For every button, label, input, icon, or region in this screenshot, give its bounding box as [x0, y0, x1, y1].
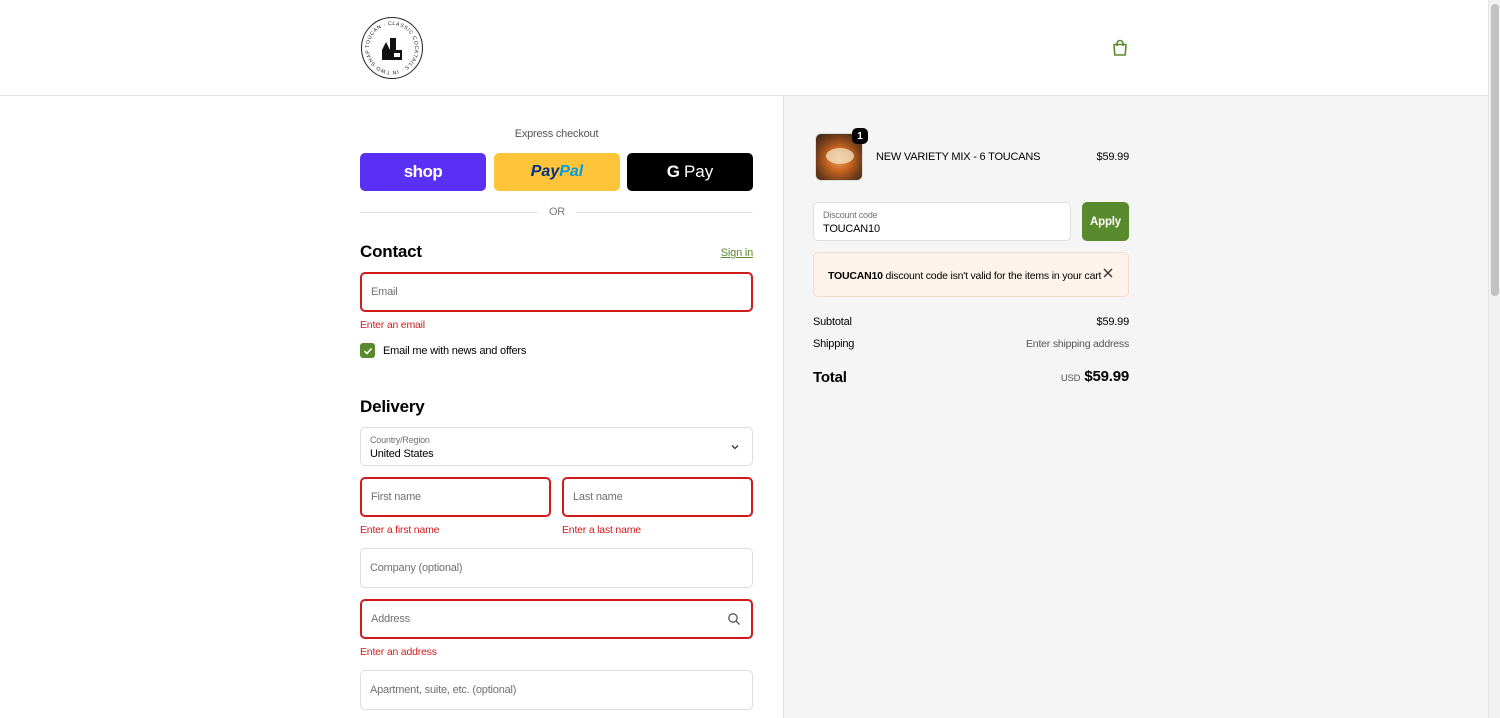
contact-heading: Contact	[360, 242, 422, 261]
delivery-heading: Delivery	[360, 397, 425, 416]
last-name-field[interactable]: Last name	[562, 477, 753, 517]
newsletter-label: Email me with news and offers	[383, 345, 527, 357]
total-currency: USD	[1060, 373, 1081, 384]
discount-code-label: Discount code	[823, 210, 878, 220]
express-checkout-label: Express checkout	[514, 128, 599, 140]
paypal-button[interactable]: Pay Pal	[494, 153, 620, 191]
address-field[interactable]: Address	[360, 599, 753, 639]
order-summary-panel	[783, 96, 1488, 718]
discount-code-field[interactable]: Discount code TOUCAN10	[813, 202, 1071, 241]
checkmark-icon	[363, 347, 372, 355]
shipping-label: Shipping	[813, 338, 855, 350]
google-g-icon: G	[666, 162, 680, 181]
apartment-field[interactable]: Apartment, suite, etc. (optional)	[360, 670, 753, 710]
product-price: $59.99	[1096, 151, 1130, 163]
first-name-error: Enter a first name	[360, 524, 440, 536]
shop-pay-button[interactable]: shop	[360, 153, 486, 191]
paypal-label-pay: Pay	[530, 163, 560, 180]
close-icon[interactable]	[1102, 267, 1114, 279]
email-field[interactable]: Email	[360, 272, 753, 312]
google-pay-button[interactable]: G Pay	[627, 153, 753, 191]
last-name-error: Enter a last name	[562, 524, 641, 536]
apply-discount-button[interactable]: Apply	[1082, 202, 1129, 241]
scrollbar-thumb[interactable]	[1491, 4, 1499, 296]
country-select[interactable]: Country/Region United States	[360, 427, 753, 466]
page-scrollbar[interactable]	[1488, 0, 1500, 718]
apartment-placeholder: Apartment, suite, etc. (optional)	[370, 684, 517, 696]
divider-left	[360, 212, 538, 213]
address-placeholder: Address	[371, 613, 410, 625]
or-divider-label: OR	[548, 206, 566, 218]
discount-error-notice: TOUCAN10 discount code isn't valid for t…	[813, 252, 1129, 297]
site-header: TOUCAN · CLASSIC COCKTAILS · IN TWO SHAP…	[0, 0, 1488, 96]
paypal-label-pal: Pal	[559, 163, 584, 180]
google-pay-label: Pay	[683, 162, 714, 181]
total-amount: $59.99	[1084, 368, 1129, 385]
search-icon[interactable]	[727, 612, 741, 626]
first-name-field[interactable]: First name	[360, 477, 551, 517]
subtotal-value: $59.99	[1096, 316, 1130, 328]
notice-text: TOUCAN10 discount code isn't valid for t…	[828, 270, 1101, 282]
country-label: Country/Region	[370, 435, 430, 445]
toucan-logo[interactable]: TOUCAN · CLASSIC COCKTAILS · IN TWO SHAP…	[360, 16, 424, 80]
last-name-placeholder: Last name	[573, 491, 623, 503]
total-value-group: USD $59.99	[960, 368, 1129, 385]
product-name: NEW VARIETY MIX - 6 TOUCANS	[876, 151, 1041, 163]
discount-code-value: TOUCAN10	[823, 223, 880, 235]
divider-right	[576, 212, 753, 213]
subtotal-label: Subtotal	[813, 316, 852, 328]
newsletter-checkbox[interactable]	[360, 343, 375, 358]
company-placeholder: Company (optional)	[370, 562, 463, 574]
shopping-bag-icon[interactable]	[1110, 38, 1130, 58]
address-error: Enter an address	[360, 646, 437, 658]
quantity-badge: 1	[852, 128, 868, 144]
shop-pay-label: shop	[403, 162, 443, 181]
email-placeholder: Email	[371, 286, 398, 298]
country-value: United States	[370, 448, 434, 460]
notice-message: discount code isn't valid for the items …	[882, 270, 1102, 282]
shipping-value: Enter shipping address	[1026, 338, 1129, 350]
email-error: Enter an email	[360, 319, 425, 331]
sign-in-link[interactable]: Sign in	[700, 247, 753, 259]
chevron-down-icon	[731, 445, 739, 450]
first-name-placeholder: First name	[371, 491, 421, 503]
company-field[interactable]: Company (optional)	[360, 548, 753, 588]
notice-code: TOUCAN10	[828, 270, 883, 282]
total-label: Total	[813, 369, 847, 386]
